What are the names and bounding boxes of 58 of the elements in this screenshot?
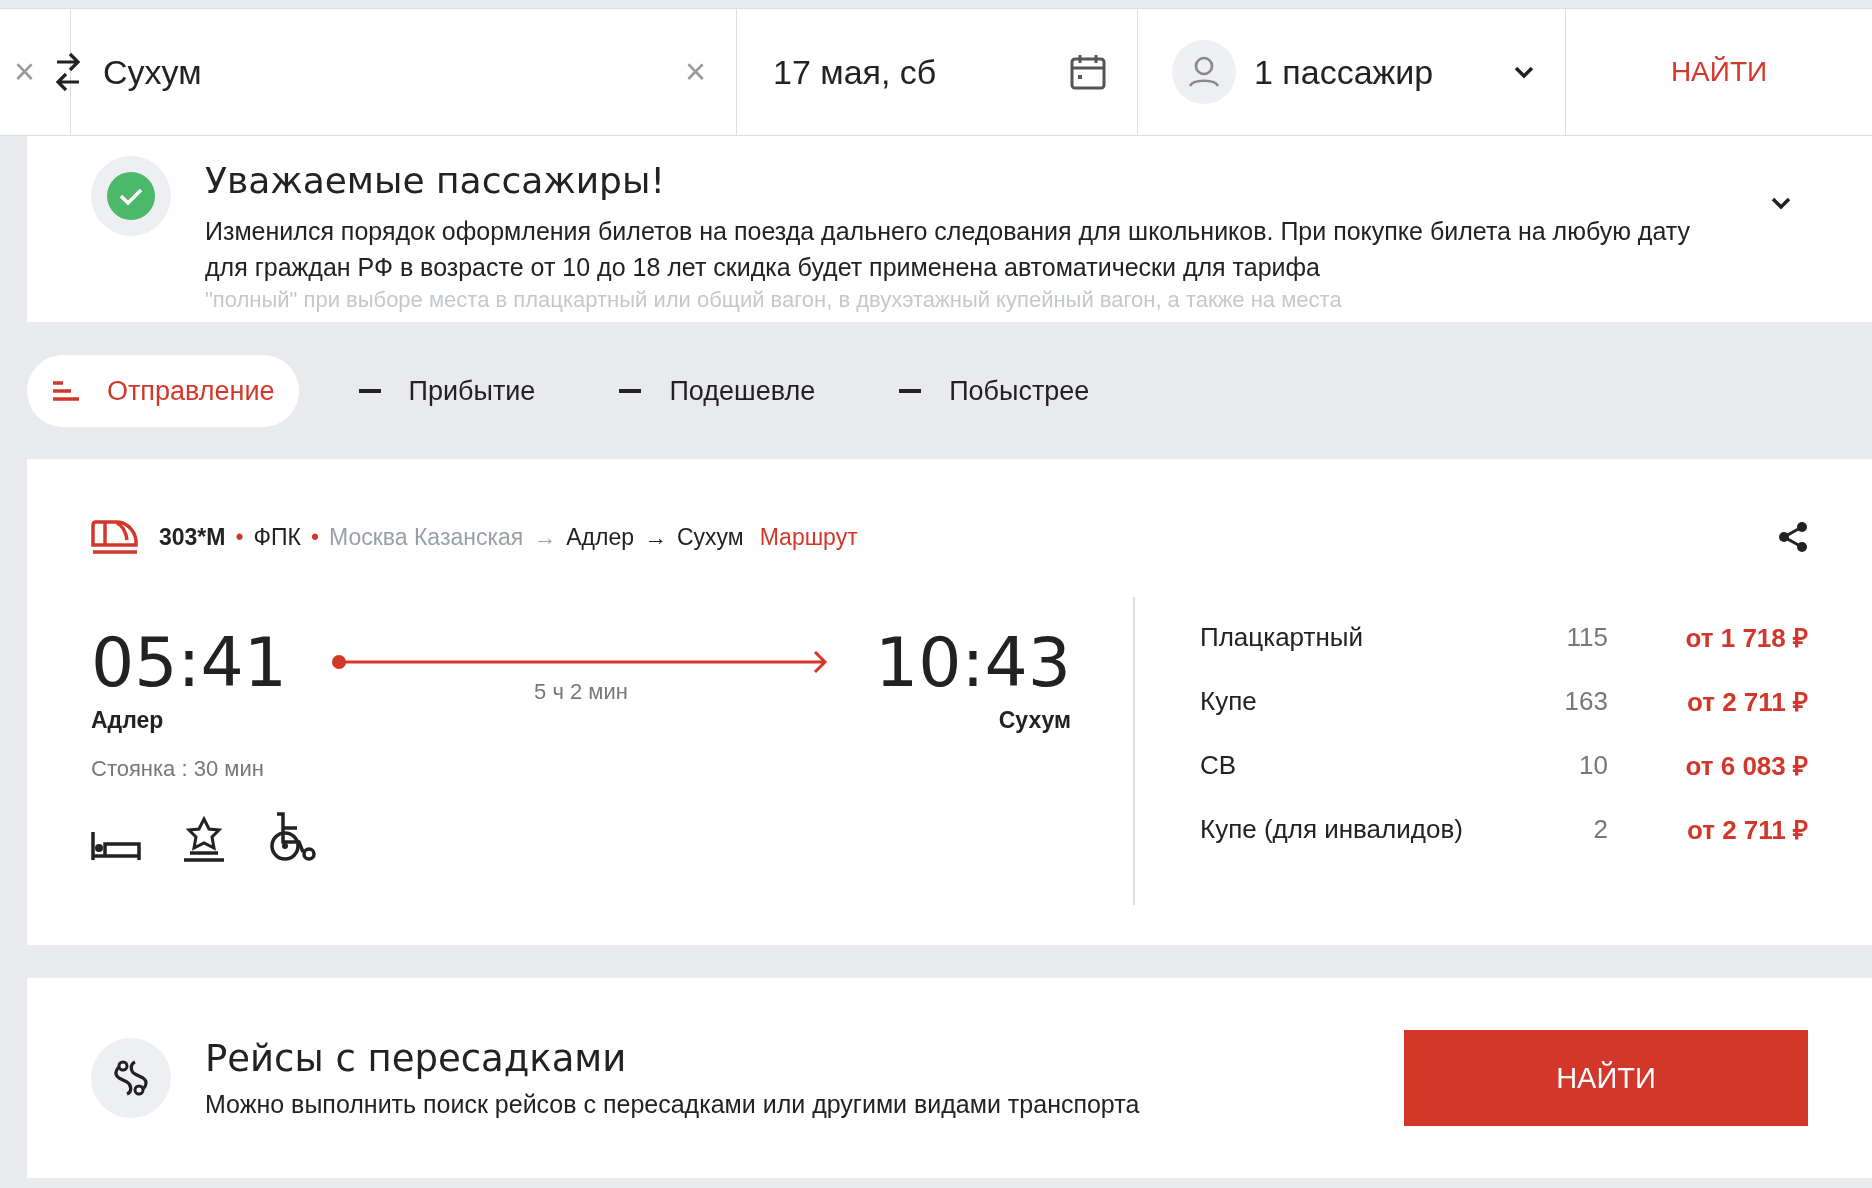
sort-tab[interactable]: Подешевле [595,355,840,427]
wheelchair-icon [267,812,317,862]
route-link[interactable]: Маршрут [759,523,858,551]
route-arrow: → [533,523,557,551]
sort-icon [51,381,79,401]
carrier-name: ФПК [253,523,301,551]
star-podium-icon [181,816,227,862]
arrival-time: 10:43 [875,627,1071,699]
bed-icon [91,830,141,862]
train-icon [91,519,139,555]
class-price[interactable]: от 6 083 ₽ [1608,747,1808,783]
transfers-text: Можно выполнить поиск рейсов с пересадками или другими видами транспорта [205,1090,1140,1119]
transfers-title: Рейсы с пересадками [205,1037,628,1080]
route-arrow: → [644,523,667,551]
origin-field[interactable]: Сухум [103,52,202,92]
class-price[interactable]: от 2 711 ₽ [1608,683,1808,719]
departure-station: Адлер [91,707,165,734]
train-number: 303*М [159,523,226,551]
class-price[interactable]: от 2 711 ₽ [1608,811,1808,847]
route-station: Адлер [566,523,634,551]
car-class-name[interactable]: СВ [1200,749,1500,781]
route-station: Сухум [677,523,744,551]
passengers-dropdown[interactable]: 1 пассажир [1254,52,1434,92]
notice-title: Уважаемые пассажиры! [205,160,666,201]
chevron-down-icon[interactable] [1770,196,1792,210]
calendar-icon[interactable] [1069,53,1107,91]
link-icon [91,1038,171,1118]
route-station: Москва Казанская [329,523,524,551]
dash-icon [899,388,922,394]
departure-time: 05:41 [91,627,287,699]
separator-dot: • [310,523,320,551]
dash-icon [358,388,381,394]
seat-count: 2 [1592,813,1608,845]
find-button[interactable]: НАЙТИ [1566,9,1872,135]
check-icon [91,156,171,236]
sort-tab[interactable]: Побыстрее [875,355,1114,427]
car-class-name[interactable]: Купе [1200,685,1500,717]
trip-duration: 5 ч 2 мин [534,679,628,705]
car-class-name[interactable]: Купе (для инвалидов) [1200,813,1500,845]
chevron-down-icon[interactable] [1513,65,1535,79]
arrival-station: Сухум [997,707,1071,734]
sort-tab[interactable]: Прибытие [334,355,560,427]
notice-text: "полный" при выборе места в плацкартный или общий вагон, в двухэтажный купейный вагон, а также на места [205,286,1343,314]
class-price[interactable]: от 1 718 ₽ [1608,619,1808,655]
share-icon[interactable] [1778,521,1808,553]
seat-count: 163 [1563,685,1608,717]
sort-tab[interactable]: Отправление [27,355,299,427]
avatar-icon [1172,40,1236,104]
car-class-name[interactable]: Плацкартный [1200,621,1500,653]
find-button[interactable]: НАЙТИ [1404,1030,1808,1126]
seat-count: 115 [1565,621,1608,653]
date-field[interactable]: 17 мая, сб [773,52,937,92]
swap-icon[interactable] [53,50,83,94]
stop-duration: Стоянка : 30 мин [91,756,265,782]
seat-count: 10 [1578,749,1608,781]
notice-text: Изменился порядок оформления билетов на поезда дальнего следования для школьников. При покупке билета на любую дату для граждан РФ в возрасте от 10 до 18 лет скидка будет применена автоматически для тарифа [205,216,1692,283]
dash-icon [619,388,642,394]
separator-dot: • [235,523,244,551]
